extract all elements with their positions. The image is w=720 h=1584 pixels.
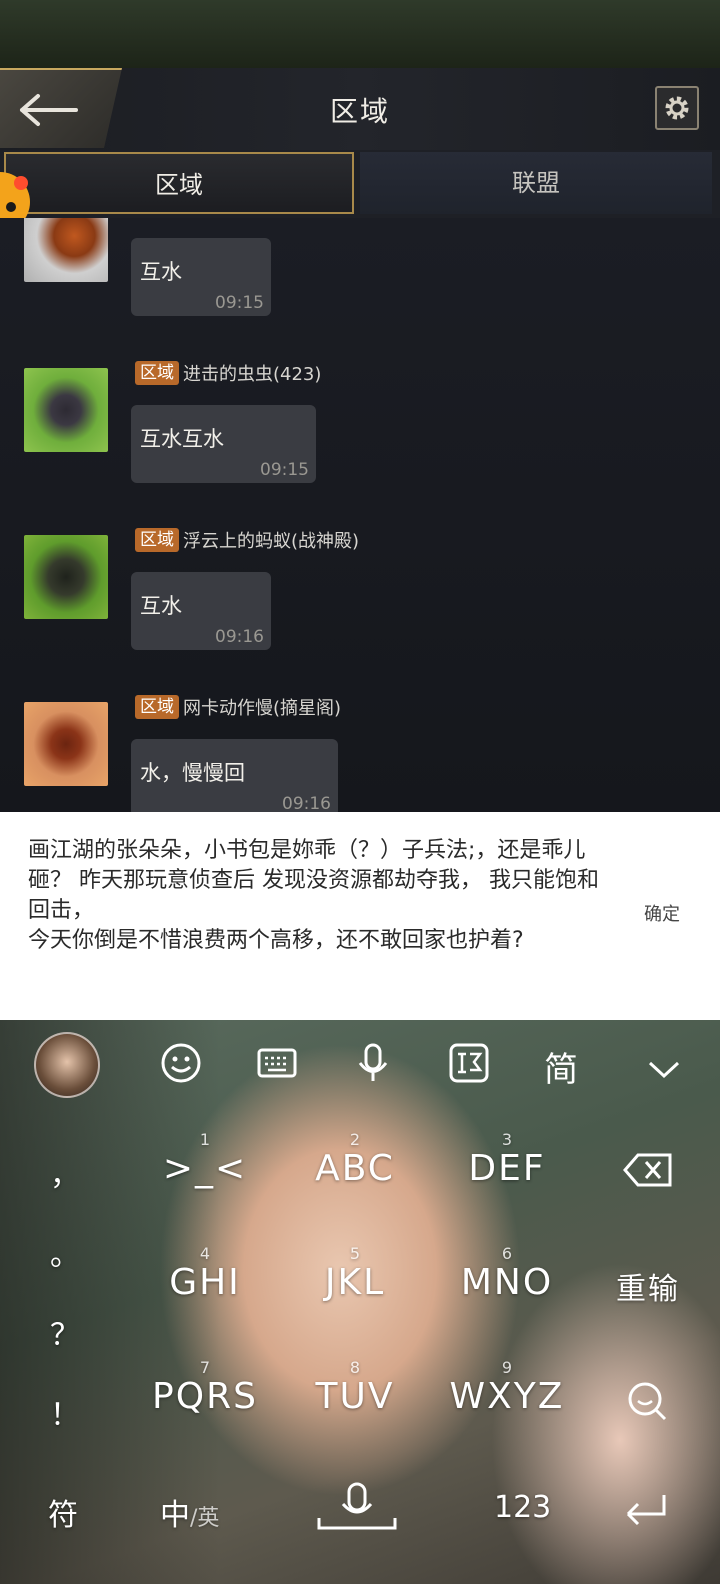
message-bubble[interactable]: 互水 09:15: [131, 238, 271, 316]
compose-area: 画江湖的张朵朵，小书包是妳乖（？）子兵法;，还是乖儿砸？ 昨天那玩意侦查后 发现…: [0, 812, 720, 1020]
sender-name[interactable]: 浮云上的蚂蚁(战神殿): [183, 527, 359, 553]
keyboard-switch-button[interactable]: [256, 1042, 298, 1093]
tab-bar: 区域 联盟: [0, 150, 720, 218]
message-input[interactable]: 画江湖的张朵朵，小书包是妳乖（？）子兵法;，还是乖儿砸？ 昨天那玩意侦查后 发现…: [28, 836, 613, 956]
notification-dot: [14, 176, 28, 190]
message-text: 互水: [140, 260, 182, 284]
gear-icon: [665, 96, 689, 120]
exclamation-key[interactable]: ！: [40, 1390, 90, 1434]
region-tag: 区域: [135, 528, 179, 552]
avatar[interactable]: [24, 218, 108, 282]
voice-button[interactable]: [352, 1042, 394, 1093]
keyboard-icon: [257, 1048, 297, 1078]
header: 区域: [0, 68, 720, 151]
message-bubble[interactable]: 水，慢慢回 09:16: [131, 739, 338, 812]
message-time: 09:15: [260, 460, 309, 480]
zh-label: 中: [160, 1498, 190, 1533]
emoji-button[interactable]: [160, 1042, 202, 1093]
key-9[interactable]: 9 WXYZ: [442, 1358, 572, 1417]
message-bubble[interactable]: 互水互水 09:15: [131, 405, 316, 483]
enter-key[interactable]: [622, 1492, 670, 1536]
backspace-icon: [623, 1153, 672, 1187]
sender-name[interactable]: 进击的虫虫(423): [183, 360, 321, 386]
backspace-key[interactable]: [618, 1152, 678, 1192]
chat-list[interactable]: 互水 09:15 区域 进击的虫虫(423) 互水互水 09:15 区域 浮云上…: [0, 218, 720, 812]
message-text: 互水: [140, 594, 182, 618]
sender-line: 区域 浮云上的蚂蚁(战神殿): [135, 527, 359, 553]
reenter-key[interactable]: 重输: [608, 1264, 688, 1308]
tab-region[interactable]: 区域: [4, 152, 354, 214]
sender-line: 区域 进击的虫虫(423): [135, 360, 321, 386]
keyboard-avatar[interactable]: [34, 1032, 100, 1098]
search-key[interactable]: [622, 1380, 672, 1426]
message-time: 09:16: [215, 627, 264, 647]
key-6[interactable]: 6 MNO: [452, 1244, 562, 1303]
message-time: 09:15: [215, 293, 264, 313]
settings-button[interactable]: [655, 86, 699, 130]
avatar[interactable]: [24, 702, 108, 786]
microphone-icon: [358, 1043, 388, 1081]
simplified-chinese-button[interactable]: 简: [544, 1042, 578, 1091]
key-7[interactable]: 7 PQRS: [140, 1358, 270, 1417]
key-5[interactable]: 5 JKL: [300, 1244, 410, 1303]
top-strip: [0, 0, 720, 68]
microphone-icon: [317, 1482, 397, 1530]
key-2[interactable]: 2 ABC: [300, 1130, 410, 1189]
comma-key[interactable]: ，: [40, 1150, 90, 1194]
sender-name[interactable]: 网卡动作慢(摘星阁): [183, 694, 341, 720]
message-text: 水，慢慢回: [140, 761, 245, 785]
search-face-icon: [628, 1382, 667, 1421]
message-time: 09:16: [282, 794, 331, 812]
key-8[interactable]: 8 TUV: [300, 1358, 410, 1417]
translate-button[interactable]: [448, 1042, 490, 1093]
confirm-button[interactable]: 确定: [644, 900, 680, 926]
numbers-key[interactable]: 123: [494, 1490, 551, 1525]
avatar[interactable]: [24, 368, 108, 452]
key-1[interactable]: 1 >_<: [150, 1130, 260, 1189]
symbols-key[interactable]: 符: [48, 1490, 78, 1534]
translate-icon: [449, 1043, 489, 1083]
period-key[interactable]: 。: [40, 1230, 90, 1274]
region-tag: 区域: [135, 361, 179, 385]
collapse-keyboard-button[interactable]: [646, 1050, 682, 1090]
question-key[interactable]: ？: [40, 1310, 90, 1354]
sender-line: 区域 网卡动作慢(摘星阁): [135, 694, 341, 720]
mascot-eye-icon: [6, 202, 16, 212]
avatar[interactable]: [24, 535, 108, 619]
space-key[interactable]: [316, 1482, 398, 1540]
message-bubble[interactable]: 互水 09:16: [131, 572, 271, 650]
key-4[interactable]: 4 GHI: [150, 1244, 260, 1303]
enter-icon: [626, 1495, 666, 1526]
page-title: 区域: [329, 95, 390, 128]
zh-en-toggle[interactable]: 中/英: [160, 1490, 219, 1534]
smiley-icon: [161, 1043, 201, 1083]
region-tag: 区域: [135, 695, 179, 719]
key-3[interactable]: 3 DEF: [452, 1130, 562, 1189]
en-label: /英: [190, 1506, 220, 1531]
ime-keyboard: 简 ， 。 ？ ！ 1 >_< 2 ABC 3 DEF 4 GHI 5 JKL 6 MNO …: [0, 1020, 720, 1584]
tab-alliance[interactable]: 联盟: [360, 152, 712, 214]
message-text: 互水互水: [140, 427, 224, 451]
chevron-down-icon: [648, 1061, 680, 1079]
